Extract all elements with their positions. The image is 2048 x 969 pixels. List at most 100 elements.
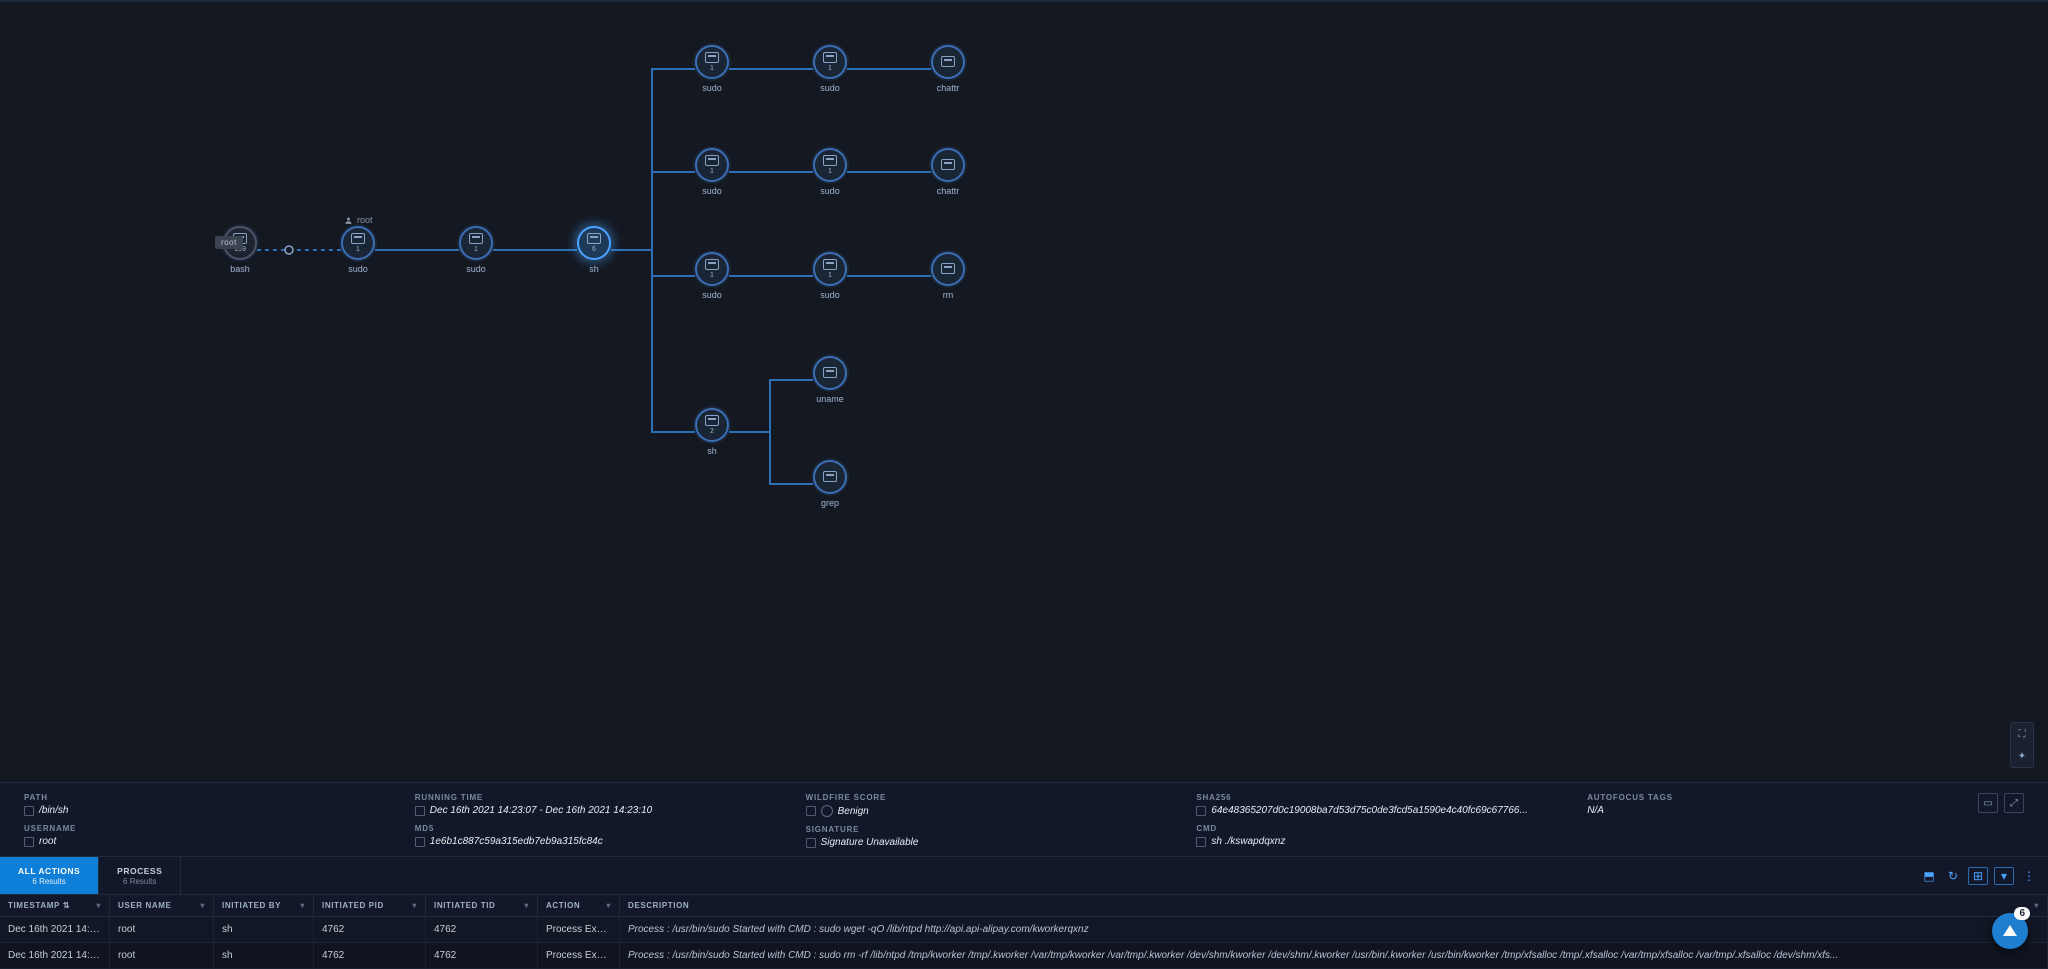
process-node-grep[interactable]: grep bbox=[813, 460, 847, 508]
layout-icon[interactable]: ⊞ bbox=[1968, 867, 1988, 885]
process-node-rm[interactable]: rm bbox=[931, 252, 965, 300]
copy-icon[interactable] bbox=[806, 806, 816, 816]
process-node-sudo_c1[interactable]: 1sudo bbox=[695, 252, 729, 300]
process-node-chattr_b[interactable]: chattr bbox=[931, 148, 965, 196]
terminal-icon bbox=[823, 52, 837, 63]
filter-icon[interactable]: ▾ bbox=[606, 901, 611, 910]
copy-icon[interactable] bbox=[24, 837, 34, 847]
process-node-sudo_b1[interactable]: 1sudo bbox=[695, 148, 729, 196]
filter-icon[interactable]: ▾ bbox=[524, 901, 529, 910]
cell-initiated_tid: 4762 bbox=[426, 943, 538, 968]
process-tree-graph[interactable]: 159bash1sudo1sudo6sh1sudo1sudochattr1sud… bbox=[0, 0, 2048, 782]
autofocus-value: N/A bbox=[1587, 805, 1954, 816]
process-node-sudo_a2[interactable]: 1sudo bbox=[813, 45, 847, 93]
cell-initiated_pid: 4762 bbox=[314, 917, 426, 942]
sha256-value: 64e48365207d0c19008ba7d53d75c0de3fcd5a15… bbox=[1211, 805, 1527, 816]
node-label: rm bbox=[943, 290, 954, 300]
signature-label: SIGNATURE bbox=[806, 825, 1173, 834]
fit-screen-icon[interactable]: ⛶ bbox=[2011, 723, 2033, 745]
copy-icon[interactable] bbox=[806, 838, 816, 848]
graph-edges bbox=[0, 2, 2048, 782]
process-node-sh[interactable]: 6sh bbox=[577, 226, 611, 274]
cmd-label: CMD bbox=[1196, 824, 1563, 833]
sha256-label: SHA256 bbox=[1196, 793, 1563, 802]
tabs-row: ALL ACTIONS 6 Results PROCESS 6 Results … bbox=[0, 856, 2048, 894]
process-node-sudo1[interactable]: 1sudo bbox=[459, 226, 493, 274]
sort-icon: ⇅ bbox=[63, 901, 70, 910]
terminal-icon bbox=[469, 233, 483, 244]
copy-icon[interactable] bbox=[415, 837, 425, 847]
col-description[interactable]: DESCRIPTION▾ bbox=[620, 895, 2048, 916]
col-initiated-by[interactable]: INITIATED BY▾ bbox=[214, 895, 314, 916]
filter-icon[interactable]: ▾ bbox=[300, 901, 305, 910]
node-label: bash bbox=[230, 264, 250, 274]
process-node-sudo_b2[interactable]: 1 sudo bbox=[813, 148, 847, 196]
process-node-uname[interactable]: uname bbox=[813, 356, 847, 404]
table-row[interactable]: Dec 16th 2021 14:23:07rootsh47624762Proc… bbox=[0, 943, 2048, 969]
filter-icon[interactable]: ▾ bbox=[2034, 901, 2039, 910]
process-node-bash[interactable]: 159bash bbox=[223, 226, 257, 274]
node-label: sh bbox=[707, 446, 717, 456]
cell-timestamp: Dec 16th 2021 14:23:07 bbox=[0, 943, 110, 968]
cell-initiated_tid: 4762 bbox=[426, 917, 538, 942]
refresh-icon[interactable]: ↻ bbox=[1944, 867, 1962, 885]
copy-icon[interactable] bbox=[1196, 837, 1206, 847]
node-label: sudo bbox=[820, 186, 840, 196]
tab-process[interactable]: PROCESS 6 Results bbox=[99, 857, 181, 894]
filter-button-icon[interactable]: ▾ bbox=[1994, 867, 2014, 885]
node-count: 1 bbox=[474, 246, 478, 253]
more-icon[interactable]: ⋮ bbox=[2020, 867, 2038, 885]
process-node-sh2[interactable]: 2sh bbox=[695, 408, 729, 456]
details-panel: PATH /bin/sh USERNAME root RUNNING TIME … bbox=[0, 782, 2048, 856]
filter-icon[interactable]: ▾ bbox=[200, 901, 205, 910]
cell-initiated_by: sh bbox=[214, 943, 314, 968]
node-count: 1 bbox=[710, 65, 714, 72]
terminal-icon bbox=[705, 415, 719, 426]
cell-action: Process Execution bbox=[538, 943, 620, 968]
notifications-fab[interactable]: 6 bbox=[1992, 913, 2028, 949]
terminal-icon bbox=[351, 233, 365, 244]
node-label: sudo bbox=[702, 83, 722, 93]
process-node-sudo_a1[interactable]: 1 sudo bbox=[695, 45, 729, 93]
wildfire-value: Benign bbox=[838, 806, 869, 817]
copy-icon[interactable] bbox=[1196, 806, 1206, 816]
node-count: 1 bbox=[828, 168, 832, 175]
tab-all-actions[interactable]: ALL ACTIONS 6 Results bbox=[0, 857, 99, 894]
expand-icon[interactable]: ⤢ bbox=[2004, 793, 2024, 813]
node-label: sudo bbox=[820, 290, 840, 300]
running-time-label: RUNNING TIME bbox=[415, 793, 782, 802]
process-node-chattr_a[interactable]: chattr bbox=[931, 45, 965, 93]
filter-icon[interactable]: ▾ bbox=[96, 901, 101, 910]
actions-table: TIMESTAMP⇅▾ USER NAME▾ INITIATED BY▾ INI… bbox=[0, 894, 2048, 969]
node-label: uname bbox=[816, 394, 844, 404]
node-label: chattr bbox=[937, 83, 960, 93]
copy-icon[interactable] bbox=[24, 806, 34, 816]
recenter-icon[interactable]: ✦ bbox=[2011, 745, 2033, 767]
cell-username: root bbox=[110, 917, 214, 942]
md5-label: MD5 bbox=[415, 824, 782, 833]
col-username[interactable]: USER NAME▾ bbox=[110, 895, 214, 916]
node-count: 1 bbox=[710, 272, 714, 279]
process-node-sudo_c2[interactable]: 1 sudo bbox=[813, 252, 847, 300]
col-initiated-tid[interactable]: INITIATED TID▾ bbox=[426, 895, 538, 916]
export-icon[interactable]: ⬒ bbox=[1920, 867, 1938, 885]
cell-username: root bbox=[110, 943, 214, 968]
col-action[interactable]: ACTION▾ bbox=[538, 895, 620, 916]
terminal-icon bbox=[823, 471, 837, 482]
cell-description: Process : /usr/bin/sudo Started with CMD… bbox=[620, 917, 2048, 942]
username-label: USERNAME bbox=[24, 824, 391, 833]
graph-zoom-controls: ⛶ ✦ bbox=[2010, 722, 2034, 768]
copy-icon[interactable] bbox=[415, 806, 425, 816]
process-node-sudo0[interactable]: 1sudo bbox=[341, 226, 375, 274]
username-value: root bbox=[39, 836, 56, 847]
table-row[interactable]: Dec 16th 2021 14:23:07rootsh47624762Proc… bbox=[0, 917, 2048, 943]
col-timestamp[interactable]: TIMESTAMP⇅▾ bbox=[0, 895, 110, 916]
node-count: 1 bbox=[828, 272, 832, 279]
col-initiated-pid[interactable]: INITIATED PID▾ bbox=[314, 895, 426, 916]
wildfire-label: WILDFIRE SCORE bbox=[806, 793, 1173, 802]
filter-icon[interactable]: ▾ bbox=[412, 901, 417, 910]
signature-value: Signature Unavailable bbox=[821, 837, 919, 848]
details-action-button[interactable]: ▭ bbox=[1978, 793, 1998, 813]
cell-initiated_by: sh bbox=[214, 917, 314, 942]
terminal-icon bbox=[823, 367, 837, 378]
